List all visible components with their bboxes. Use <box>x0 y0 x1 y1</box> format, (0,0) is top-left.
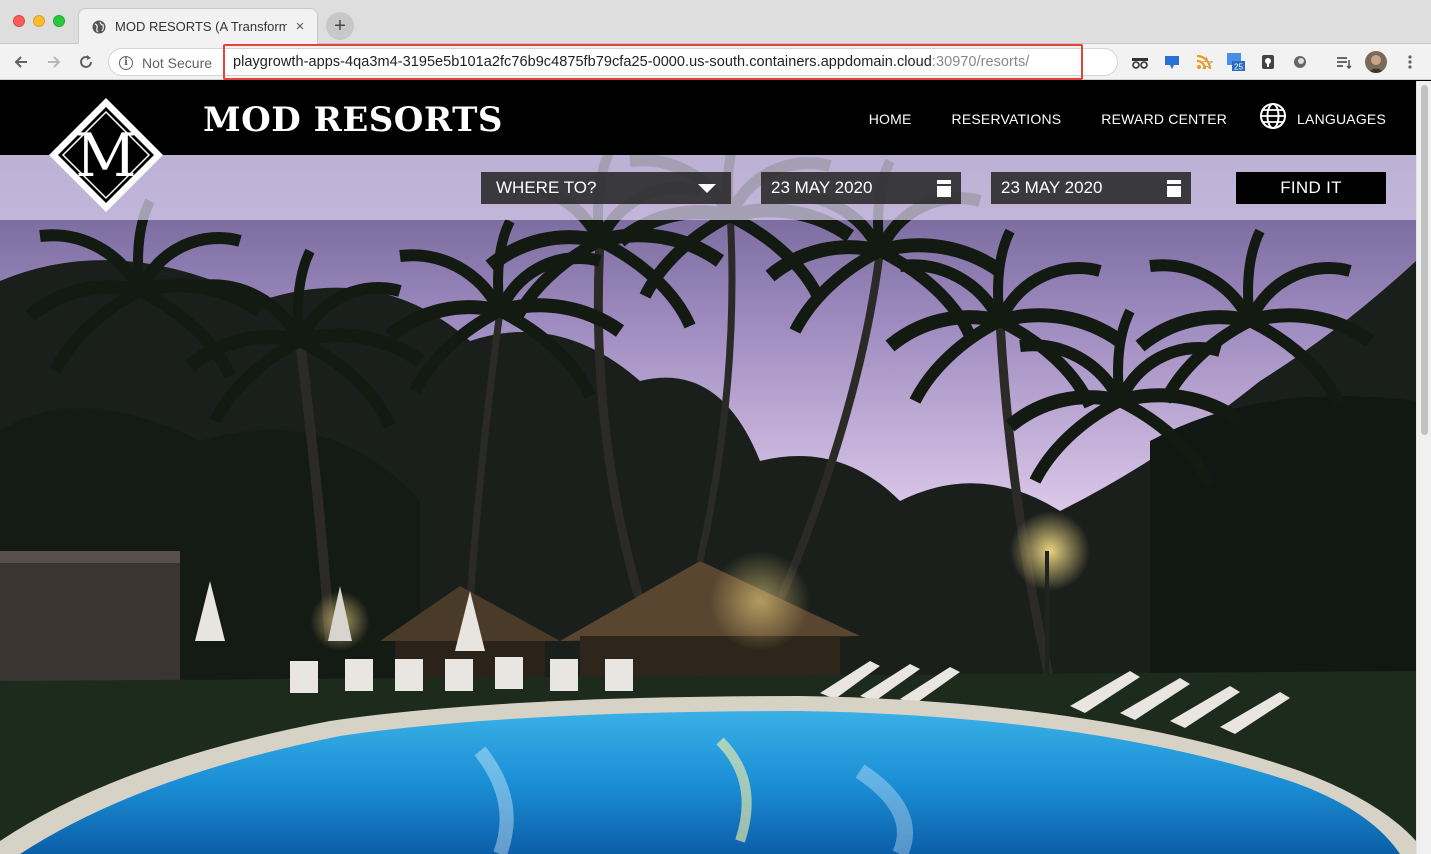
calendar-icon[interactable] <box>1167 179 1181 197</box>
calendar-icon[interactable] <box>937 179 951 197</box>
web-page: MOD RESORTS HOME RESERVATIONS REWARD CEN… <box>0 81 1416 854</box>
info-icon: i <box>119 56 133 70</box>
mod-resorts-logo[interactable]: M <box>47 96 165 214</box>
back-arrow-icon[interactable] <box>9 50 33 74</box>
rss-feed-icon[interactable] <box>1194 52 1214 72</box>
circle-icon[interactable] <box>1290 52 1310 72</box>
new-tab-button[interactable]: + <box>326 12 354 40</box>
tab-title: MOD RESORTS (A Transformat <box>115 19 287 34</box>
scrollbar-thumb[interactable] <box>1421 85 1428 435</box>
minimize-window-button[interactable] <box>33 15 45 27</box>
destination-value: WHERE TO? <box>496 178 597 197</box>
page-scrollbar[interactable] <box>1416 81 1431 854</box>
browser-tab-bar: MOD RESORTS (A Transformat × + <box>0 0 1431 44</box>
browser-tab[interactable]: MOD RESORTS (A Transformat × <box>78 8 318 44</box>
security-indicator[interactable]: i Not Secure <box>119 55 212 71</box>
incognito-mask-icon[interactable] <box>1130 52 1150 72</box>
address-bar[interactable]: i Not Secure playgrowth-apps-4qa3m4-3195… <box>108 44 1214 80</box>
site-header: MOD RESORTS HOME RESERVATIONS REWARD CEN… <box>0 81 1416 155</box>
nav-reservations-link[interactable]: RESERVATIONS <box>952 111 1062 127</box>
browser-toolbar: i Not Secure playgrowth-apps-4qa3m4-3195… <box>0 44 1431 80</box>
calendar-badge-icon[interactable]: 25 <box>1226 52 1246 72</box>
calendar-badge-count: 25 <box>1234 63 1243 72</box>
nav-home-link[interactable]: HOME <box>869 111 912 127</box>
menu-kebab-icon[interactable] <box>1400 52 1420 72</box>
close-tab-icon[interactable]: × <box>293 18 307 35</box>
nav-reward-center-link[interactable]: REWARD CENTER <box>1101 111 1227 127</box>
close-window-button[interactable] <box>13 15 25 27</box>
shield-icon[interactable] <box>1258 52 1278 72</box>
languages-menu[interactable]: LANGUAGES <box>1259 102 1386 135</box>
chevron-down-icon <box>698 183 716 193</box>
booking-search-bar: WHERE TO? 23 MAY 2020 23 MAY 2020 FIND I… <box>0 155 1416 220</box>
url-highlight-box <box>223 44 1083 80</box>
check-out-date-field[interactable]: 23 MAY 2020 <box>991 172 1191 204</box>
reading-list-icon[interactable] <box>1334 52 1354 72</box>
forward-arrow-icon[interactable] <box>42 50 66 74</box>
profile-avatar[interactable] <box>1365 51 1387 73</box>
not-secure-label: Not Secure <box>142 55 213 71</box>
nav-languages-label: LANGUAGES <box>1297 110 1386 127</box>
check-in-date-value: 23 MAY 2020 <box>771 178 873 197</box>
check-out-date-value: 23 MAY 2020 <box>1001 178 1103 197</box>
reload-icon[interactable] <box>74 50 98 74</box>
destination-dropdown[interactable]: WHERE TO? <box>481 172 731 204</box>
cast-icon[interactable] <box>1162 52 1182 72</box>
globe-icon <box>91 19 107 35</box>
maximize-window-button[interactable] <box>53 15 65 27</box>
main-navigation: HOME RESERVATIONS REWARD CENTER LANGUAGE… <box>829 102 1386 135</box>
site-brand-name[interactable]: MOD RESORTS <box>203 100 503 140</box>
find-it-button[interactable]: FIND IT <box>1236 172 1386 204</box>
logo-letter: M <box>75 121 136 191</box>
globe-icon <box>1259 102 1287 135</box>
check-in-date-field[interactable]: 23 MAY 2020 <box>761 172 961 204</box>
